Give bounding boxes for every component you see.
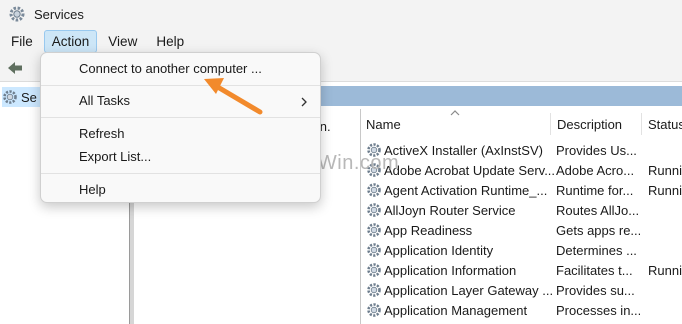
service-row[interactable]: AllJoyn Router Service Routes AllJo...	[364, 200, 682, 220]
action-menu: Connect to another computer ... All Task…	[40, 52, 321, 203]
menu-view[interactable]: View	[100, 30, 145, 53]
service-description: Runtime for...	[556, 182, 634, 198]
service-description: Provides su...	[556, 282, 635, 298]
service-row[interactable]: Agent Activation Runtime_... Runtime for.…	[364, 180, 682, 200]
menu-item-all-tasks[interactable]: All Tasks	[79, 93, 130, 108]
service-status: Runni	[648, 162, 682, 178]
back-arrow-icon[interactable]	[5, 59, 25, 77]
service-name: Application Information	[384, 262, 517, 278]
service-name: AllJoyn Router Service	[384, 202, 516, 218]
service-name: Agent Activation Runtime_...	[384, 182, 548, 198]
chevron-right-icon	[301, 97, 307, 107]
service-name: Application Identity	[384, 242, 494, 258]
column-status-label: Status	[648, 116, 682, 132]
service-row[interactable]: ActiveX Installer (AxInstSV) Provides Us.…	[364, 140, 682, 160]
service-gear-icon	[367, 183, 381, 197]
service-name: ActiveX Installer (AxInstSV)	[384, 142, 543, 158]
menu-separator	[41, 173, 320, 174]
menu-action[interactable]: Action	[43, 29, 98, 53]
menu-help[interactable]: Help	[148, 30, 192, 53]
service-description: Provides Us...	[556, 142, 637, 158]
column-name-label: Name	[366, 116, 401, 132]
menu-bar: File Action View Help	[0, 28, 682, 54]
service-name: Adobe Acrobat Update Serv...	[384, 162, 554, 178]
window-title: Services	[34, 6, 84, 22]
service-description: Processes in...	[556, 302, 640, 318]
service-description: Facilitates t...	[556, 262, 633, 278]
details-divider	[360, 109, 361, 324]
services-gear-icon	[9, 6, 25, 22]
service-name: App Readiness	[384, 222, 473, 238]
service-gear-icon	[3, 90, 17, 104]
service-row[interactable]: Application Layer Gateway ... Provides su…	[364, 280, 682, 300]
menu-separator	[41, 117, 320, 118]
column-header-status[interactable]: Status	[642, 109, 682, 139]
tree-item-label: Se	[21, 89, 37, 105]
service-row[interactable]: Adobe Acrobat Update Serv... Adobe Acro..…	[364, 160, 682, 180]
service-gear-icon	[367, 263, 381, 277]
title-bar: Services	[0, 0, 682, 28]
menu-item-export-list[interactable]: Export List...	[79, 149, 151, 164]
menu-separator	[41, 85, 320, 86]
column-header-description[interactable]: Description	[551, 109, 641, 139]
column-header-name[interactable]: Name	[360, 109, 550, 139]
service-description: Determines ...	[556, 242, 637, 258]
service-gear-icon	[367, 243, 381, 257]
service-status: Runni	[648, 262, 682, 278]
service-row[interactable]: Application Information Facilitates t... R…	[364, 260, 682, 280]
menu-item-refresh[interactable]: Refresh	[79, 126, 125, 141]
menu-item-help[interactable]: Help	[79, 182, 106, 197]
service-row[interactable]: Application Management Processes in...	[364, 300, 682, 320]
service-gear-icon	[367, 303, 381, 317]
service-status: Runni	[648, 182, 682, 198]
service-name: Application Management	[384, 302, 528, 318]
service-row[interactable]: Application Identity Determines ...	[364, 240, 682, 260]
service-gear-icon	[367, 203, 381, 217]
service-description: Routes AllJo...	[556, 202, 640, 218]
column-description-label: Description	[557, 116, 623, 132]
service-name: Application Layer Gateway ...	[384, 282, 554, 298]
service-description: Gets apps re...	[556, 222, 640, 238]
annotation-arrow-icon	[204, 78, 263, 115]
menu-file[interactable]: File	[3, 30, 41, 53]
service-description: Adobe Acro...	[556, 162, 635, 178]
service-row[interactable]: App Readiness Gets apps re...	[364, 220, 682, 240]
service-gear-icon	[367, 223, 381, 237]
service-gear-icon	[367, 283, 381, 297]
